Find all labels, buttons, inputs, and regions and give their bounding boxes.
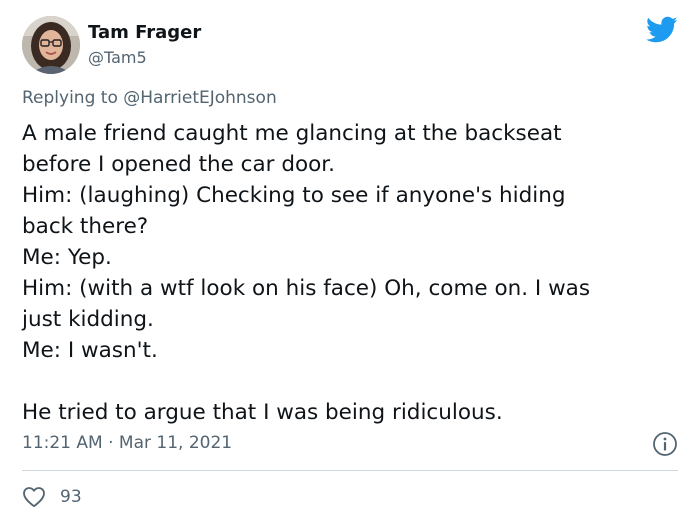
heart-icon[interactable] [22, 486, 46, 508]
twitter-bird-icon[interactable] [646, 16, 678, 44]
tweet-text: A male friend caught me glancing at the … [22, 118, 682, 428]
tweet-line: Him: (with a wtf look on his face) Oh, c… [22, 276, 591, 301]
tweet-card: Tam Frager @Tam5 Replying to @HarrietEJo… [0, 0, 700, 524]
like-count: 93 [60, 487, 82, 507]
divider [22, 470, 678, 471]
display-name[interactable]: Tam Frager [88, 22, 201, 44]
tweet-line: Him: (laughing) Checking to see if anyon… [22, 183, 566, 208]
tweet-date: Mar 11, 2021 [118, 433, 233, 453]
tweet-line: before I opened the car door. [22, 152, 336, 177]
replying-to: Replying to @HarrietEJohnson [22, 87, 277, 109]
profile-photo [22, 16, 80, 74]
tweet-line: A male friend caught me glancing at the … [22, 121, 562, 146]
avatar[interactable] [22, 16, 80, 74]
tweet-time: 11:21 AM [22, 433, 103, 453]
user-handle[interactable]: @Tam5 [88, 48, 147, 68]
tweet-line: Me: I wasn't. [22, 338, 158, 363]
tweet-timestamp[interactable]: 11:21 AM · Mar 11, 2021 [22, 432, 232, 454]
replying-prefix: Replying to [22, 88, 118, 108]
tweet-line: just kidding. [22, 307, 154, 332]
tweet-line: He tried to argue that I was being ridic… [22, 400, 503, 425]
info-icon[interactable] [652, 431, 678, 457]
like-button[interactable]: 93 [22, 484, 82, 510]
tweet-line: back there? [22, 214, 149, 239]
tweet-line: Me: Yep. [22, 245, 112, 270]
reply-mention-link[interactable]: @HarrietEJohnson [123, 88, 276, 108]
meta-separator: · [108, 433, 114, 453]
